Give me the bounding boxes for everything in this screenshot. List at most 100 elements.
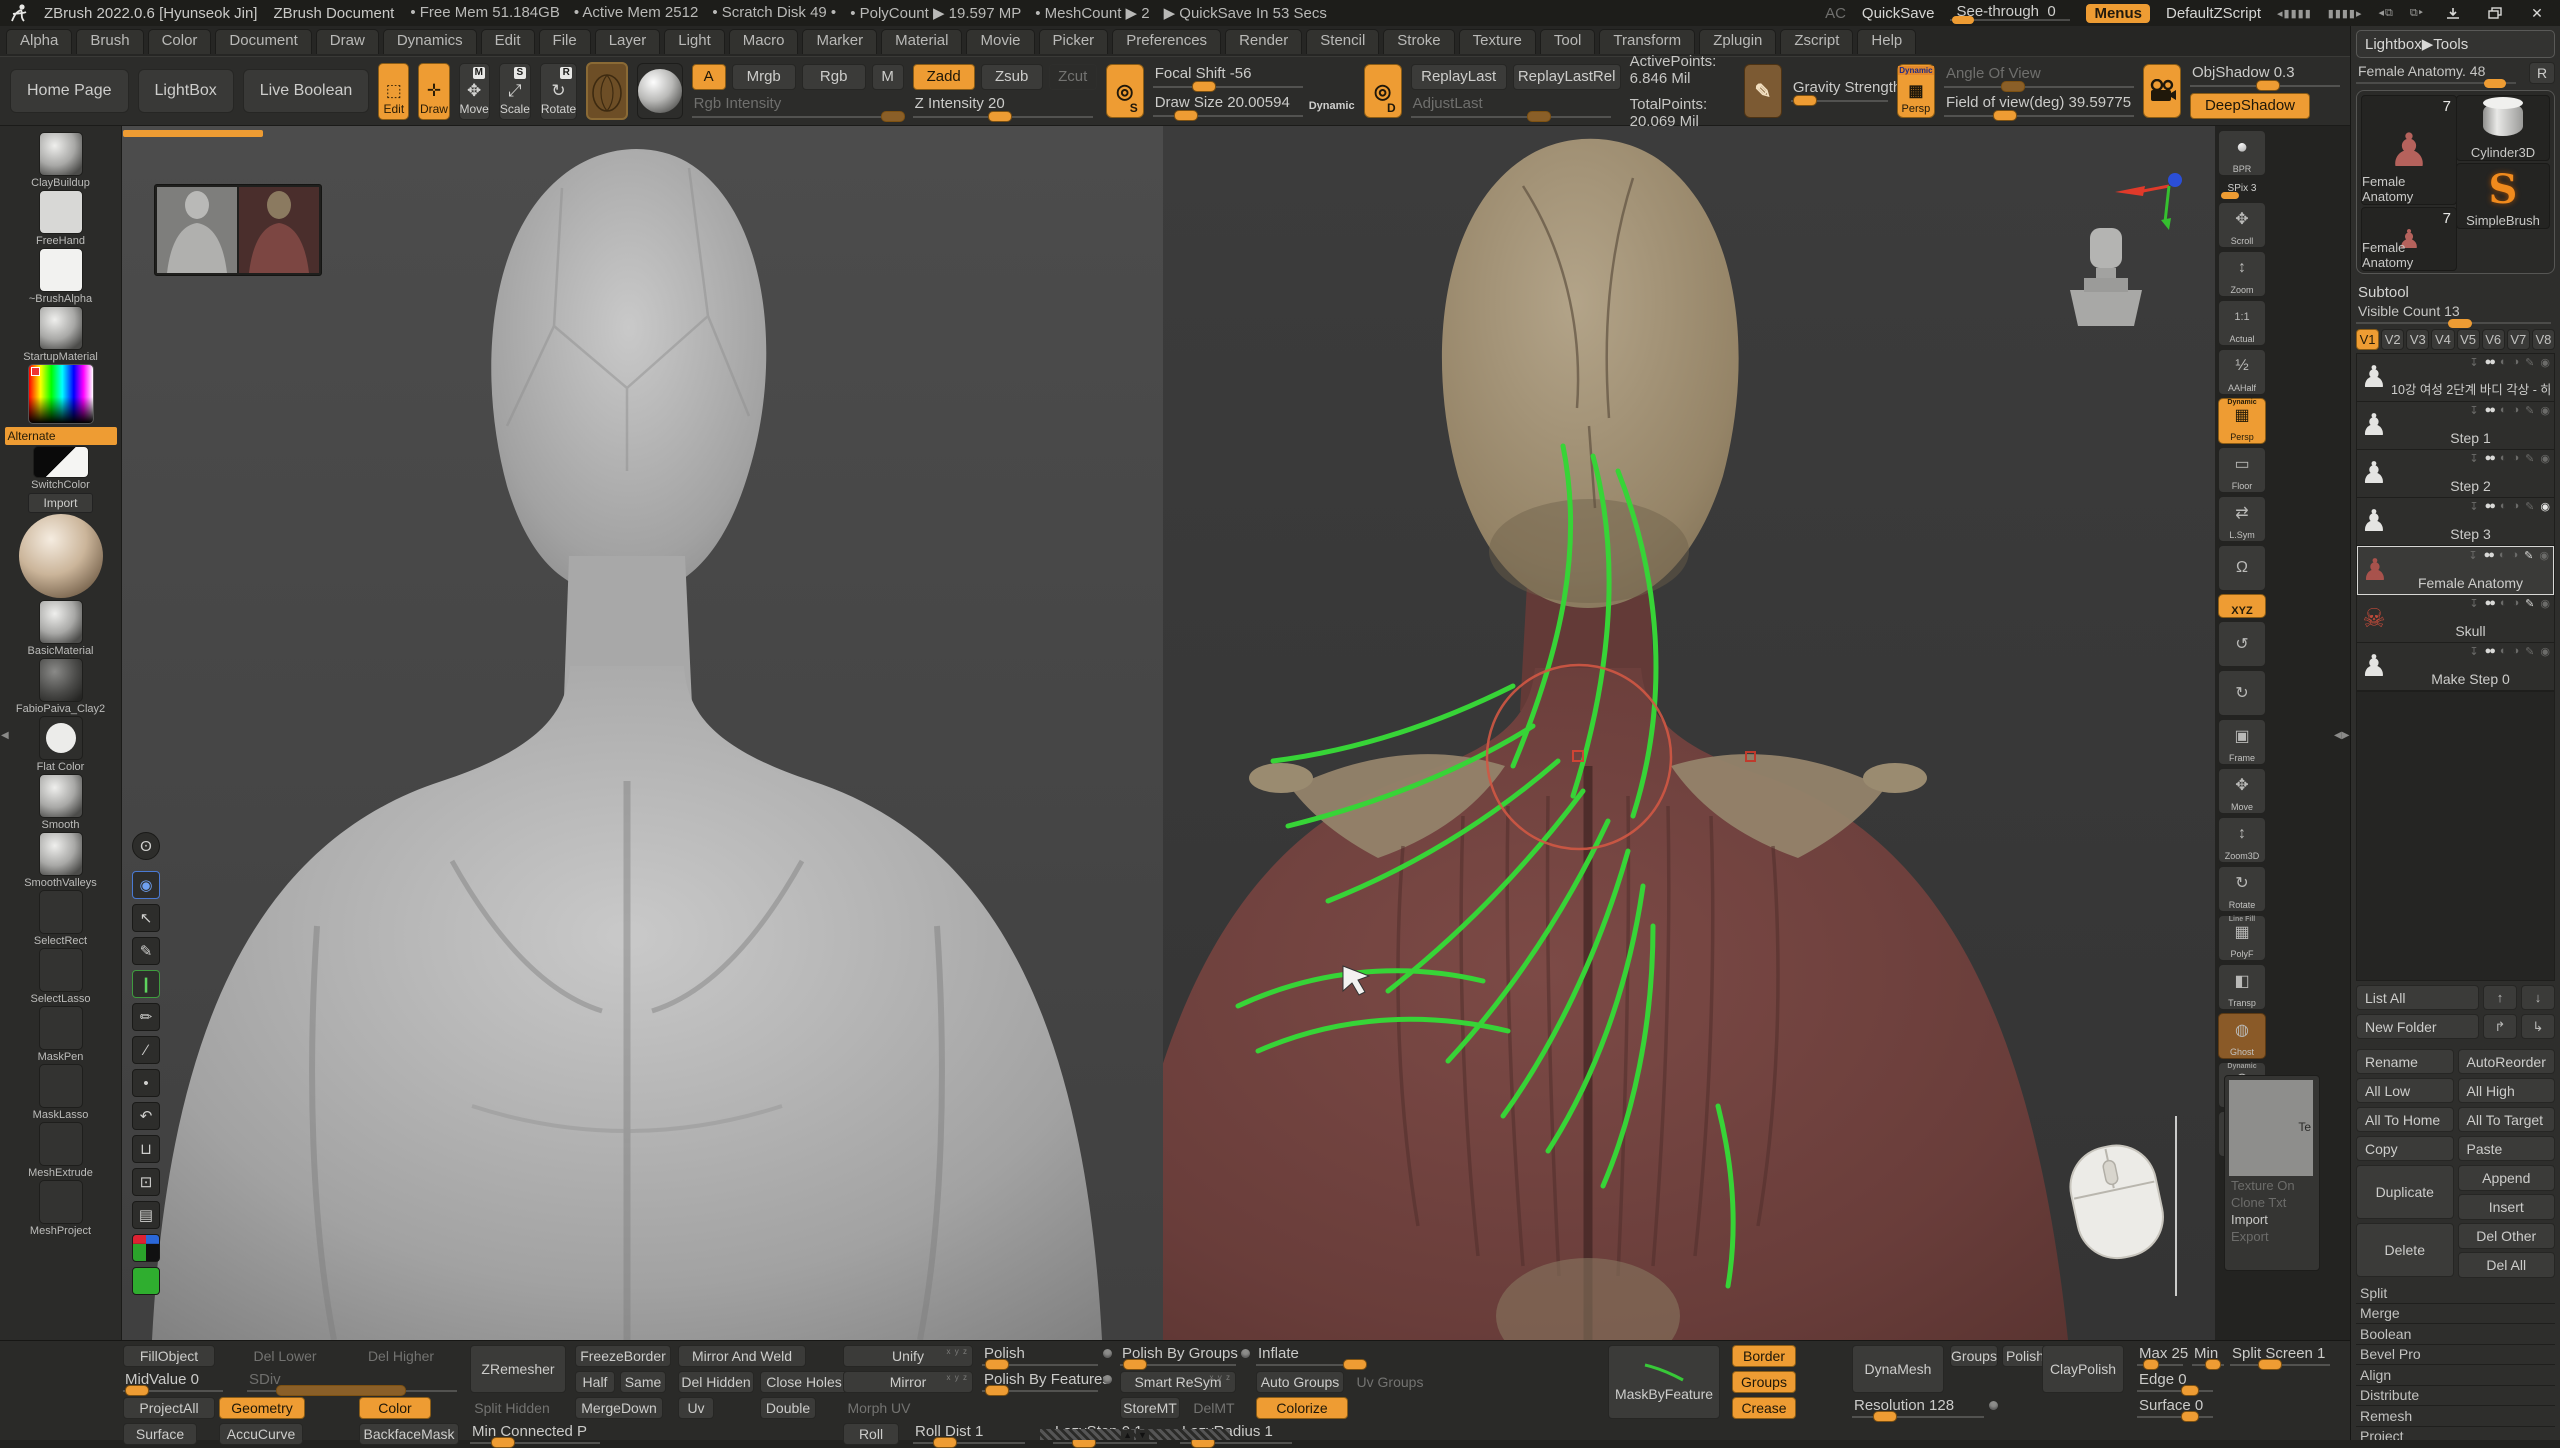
menu-item[interactable]: Texture — [1459, 29, 1536, 54]
shelf-scroll-handle[interactable]: ▲▼ — [1040, 1429, 1230, 1440]
mrgb-button[interactable]: Mrgb — [732, 64, 796, 90]
fill-object-button[interactable]: FillObject — [123, 1345, 215, 1367]
menu-item[interactable]: Transform — [1599, 29, 1695, 54]
rotate-y-icon[interactable] — [2218, 621, 2266, 667]
border-button[interactable]: Border — [1732, 1345, 1796, 1367]
merge-down-button[interactable]: MergeDown — [575, 1397, 663, 1419]
trash-icon[interactable]: ⊔ — [132, 1135, 160, 1163]
alternate-bar[interactable]: Alternate — [5, 426, 117, 445]
move-up-button[interactable]: ↑ — [2483, 985, 2517, 1010]
stamp-icon[interactable]: ⊡ — [132, 1168, 160, 1196]
roll-button[interactable]: Roll — [843, 1423, 899, 1445]
dynamic-label[interactable]: Dynamic — [1309, 100, 1355, 112]
half-button[interactable]: Half — [575, 1371, 615, 1393]
same-button[interactable]: Same — [620, 1371, 666, 1393]
document-canvas[interactable]: ʘ ◉ ↖ ✎ ❙ ✏ ∕ • ↶ ⊔ ⊡ ▤ — [122, 126, 2215, 1340]
version-tab[interactable]: V6 — [2482, 329, 2505, 350]
scale-button[interactable]: S ⤢ Scale — [499, 63, 531, 120]
mirror-and-weld-button[interactable]: Mirror And Weld — [678, 1345, 806, 1367]
menu-item[interactable]: Dynamics — [383, 29, 477, 54]
alpha-brushalpha[interactable]: ~BrushAlpha — [5, 248, 117, 305]
undo-icon[interactable]: ↶ — [132, 1102, 160, 1130]
split-screen-slider[interactable]: Split Screen 1 — [2230, 1345, 2330, 1367]
menus-toggle[interactable]: Menus — [2086, 4, 2150, 23]
minimize-button[interactable] — [2440, 4, 2466, 22]
section-header[interactable]: Split — [2356, 1283, 2555, 1304]
section-header[interactable]: Boolean — [2356, 1324, 2555, 1345]
geometry-button[interactable]: Geometry — [219, 1397, 305, 1419]
edge-slider[interactable]: Edge 0 — [2137, 1371, 2213, 1393]
subtool-action-button[interactable]: All To Target — [2458, 1107, 2556, 1132]
subtool-item[interactable]: ↧ ●● ◐ ◑ ✎ ◉ Step 3 — [2357, 498, 2554, 546]
dot-icon[interactable]: • — [132, 1069, 160, 1097]
render-shadow-icon-button[interactable] — [2143, 64, 2181, 118]
replay-last-rel-button[interactable]: ReplayLastRel — [1513, 64, 1621, 90]
del-higher-button[interactable]: Del Higher — [359, 1345, 443, 1367]
local-symmetry-button[interactable]: L.Sym — [2218, 496, 2266, 542]
insert-button[interactable]: Insert — [2458, 1194, 2556, 1220]
subtool-item[interactable]: ↧ ●● ◐ ◑ ✎ ◉ Skull — [2357, 595, 2554, 643]
rgb-intensity-slider[interactable]: Rgb Intensity — [692, 95, 898, 119]
adjust-last-slider[interactable]: AdjustLast — [1411, 95, 1611, 119]
current-brush-thumbnail[interactable] — [586, 62, 627, 120]
reference-thumbnails[interactable] — [154, 184, 322, 276]
section-header[interactable]: Bevel Pro — [2356, 1345, 2555, 1366]
move-into-button[interactable]: ↳ — [2521, 1014, 2555, 1039]
inflate-slider[interactable]: Inflate — [1256, 1345, 1360, 1367]
midvalue-slider[interactable]: MidValue 0 — [123, 1371, 223, 1393]
version-tab[interactable]: V5 — [2457, 329, 2480, 350]
r-button[interactable]: R — [2529, 62, 2555, 84]
section-header[interactable]: Align — [2356, 1365, 2555, 1386]
pen-icon[interactable]: ✎ — [132, 937, 160, 965]
backface-mask-button[interactable]: BackfaceMask — [359, 1423, 459, 1445]
see-through-slider[interactable]: See-through 0 — [1950, 5, 2070, 21]
material-basic[interactable]: BasicMaterial — [5, 600, 117, 657]
texture-popup-item[interactable]: Clone Txt — [2229, 1193, 2315, 1210]
tool-slider[interactable]: Female Anatomy. 48 R — [2356, 62, 2555, 86]
smart-resym-button[interactable]: Smart ReSymx y z — [1120, 1371, 1236, 1393]
menu-item[interactable]: Render — [1225, 29, 1302, 54]
menu-item[interactable]: Color — [148, 29, 212, 54]
uv-groups-button[interactable]: Uv Groups — [1350, 1371, 1430, 1393]
min-slider[interactable]: Min — [2192, 1345, 2224, 1367]
polyframe-button[interactable]: Line Fill PolyF — [2218, 915, 2266, 961]
color-picker[interactable] — [5, 364, 117, 425]
min-connected-slider[interactable]: Min Connected P — [470, 1423, 600, 1445]
edit-button[interactable]: ⬚ Edit — [378, 63, 409, 120]
persp-shelf-button[interactable]: Dynamic ▦ Persp — [1897, 64, 1935, 118]
brush-selectrect[interactable]: SelectRect — [5, 890, 117, 947]
draw-size-slider[interactable]: Draw Size 20.00594 — [1153, 94, 1303, 118]
left-edge-divider-handle[interactable]: ◀ — [1, 730, 9, 741]
resolution-radio[interactable] — [1989, 1401, 1998, 1410]
polish-by-features-slider[interactable]: Polish By Features — [982, 1371, 1098, 1393]
close-button[interactable]: ✕ — [2524, 4, 2550, 22]
dock-left-icon[interactable]: ◂⧉ — [2379, 6, 2394, 20]
freeze-border-button[interactable]: FreezeBorder — [575, 1345, 671, 1367]
brush-claybuildup[interactable]: ClayBuildup — [5, 132, 117, 189]
draw-mode-button[interactable]: ✛ Draw — [418, 63, 449, 120]
delmt-button[interactable]: DelMT — [1186, 1397, 1242, 1419]
morph-uv-button[interactable]: Morph UV — [843, 1397, 915, 1419]
dynamesh-button[interactable]: DynaMesh — [1852, 1345, 1944, 1393]
polish-by-groups-radio[interactable] — [1241, 1349, 1250, 1358]
z-intensity-slider[interactable]: Z Intensity 20 — [913, 95, 1093, 119]
dynamesh-groups-button[interactable]: Groups — [1950, 1345, 1998, 1367]
zoom-button[interactable]: Zoom — [2218, 251, 2266, 297]
menu-item[interactable]: Material — [881, 29, 962, 54]
mirror-button[interactable]: Mirrorx y z — [843, 1371, 973, 1393]
a-toggle[interactable]: A — [692, 64, 726, 90]
restore-button[interactable] — [2482, 4, 2508, 22]
subtool-action-button[interactable]: Paste — [2458, 1136, 2556, 1161]
section-header[interactable]: Merge — [2356, 1304, 2555, 1325]
current-material-thumbnail[interactable] — [637, 63, 683, 119]
del-hidden-button[interactable]: Del Hidden — [678, 1371, 754, 1393]
menu-item[interactable]: Zplugin — [1699, 29, 1776, 54]
close-holes-button[interactable]: Close Holes — [760, 1371, 848, 1393]
cursor-icon[interactable]: ↖ — [132, 904, 160, 932]
rotate-button[interactable]: Rotate — [2218, 866, 2266, 912]
material-flat-color[interactable]: Flat Color — [5, 716, 117, 773]
version-tab[interactable]: V7 — [2507, 329, 2530, 350]
brush-maskpen[interactable]: MaskPen — [5, 1006, 117, 1063]
actual-button[interactable]: Actual — [2218, 300, 2266, 346]
project-all-button[interactable]: ProjectAll — [123, 1397, 215, 1419]
